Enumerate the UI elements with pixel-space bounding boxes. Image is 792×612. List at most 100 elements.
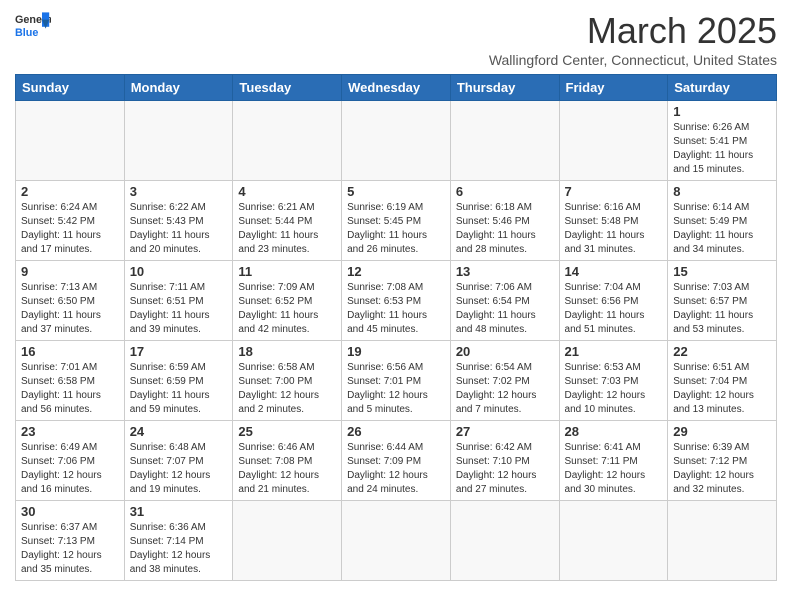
day-info: Sunrise: 6:37 AM Sunset: 7:13 PM Dayligh…	[21, 521, 119, 577]
day-number: 24	[130, 424, 228, 439]
day-number: 14	[565, 264, 663, 279]
svg-text:Blue: Blue	[15, 27, 38, 39]
calendar-week-row: 2 Sunrise: 6:24 AM Sunset: 5:42 PM Daylig…	[16, 181, 777, 261]
calendar-cell: 19Sunrise: 6:56 AM Sunset: 7:01 PM Dayli…	[342, 341, 451, 421]
day-info: Sunrise: 6:59 AM Sunset: 6:59 PM Dayligh…	[130, 361, 228, 417]
day-number: 15	[673, 264, 771, 279]
day-number: 12	[347, 264, 445, 279]
day-info: Sunrise: 6:22 AM Sunset: 5:43 PM Dayligh…	[130, 201, 228, 257]
calendar-cell: 2 Sunrise: 6:24 AM Sunset: 5:42 PM Daylig…	[16, 181, 125, 261]
day-number: 17	[130, 344, 228, 359]
day-info: Sunrise: 7:11 AM Sunset: 6:51 PM Dayligh…	[130, 281, 228, 337]
calendar-cell	[16, 101, 125, 181]
day-number: 11	[238, 264, 336, 279]
calendar-header-sunday: Sunday	[16, 75, 125, 101]
calendar-cell: 24 Sunrise: 6:48 AM Sunset: 7:07 PM Dayli…	[124, 421, 233, 501]
calendar-cell: 27 Sunrise: 6:42 AM Sunset: 7:10 PM Dayli…	[450, 421, 559, 501]
calendar-cell: 7 Sunrise: 6:16 AM Sunset: 5:48 PM Daylig…	[559, 181, 668, 261]
day-info: Sunrise: 6:49 AM Sunset: 7:06 PM Dayligh…	[21, 441, 119, 497]
calendar-cell: 5Sunrise: 6:19 AM Sunset: 5:45 PM Daylig…	[342, 181, 451, 261]
day-number: 6	[456, 184, 554, 199]
day-number: 7	[565, 184, 663, 199]
day-number: 22	[673, 344, 771, 359]
day-info: Sunrise: 6:48 AM Sunset: 7:07 PM Dayligh…	[130, 441, 228, 497]
day-info: Sunrise: 6:44 AM Sunset: 7:09 PM Dayligh…	[347, 441, 445, 497]
day-number: 20	[456, 344, 554, 359]
calendar-cell: 28Sunrise: 6:41 AM Sunset: 7:11 PM Dayli…	[559, 421, 668, 501]
calendar-cell: 14 Sunrise: 7:04 AM Sunset: 6:56 PM Dayli…	[559, 261, 668, 341]
calendar-cell: 17 Sunrise: 6:59 AM Sunset: 6:59 PM Dayli…	[124, 341, 233, 421]
calendar-header-friday: Friday	[559, 75, 668, 101]
calendar-cell: 6 Sunrise: 6:18 AM Sunset: 5:46 PM Daylig…	[450, 181, 559, 261]
day-info: Sunrise: 6:41 AM Sunset: 7:11 PM Dayligh…	[565, 441, 663, 497]
calendar-cell: 13Sunrise: 7:06 AM Sunset: 6:54 PM Dayli…	[450, 261, 559, 341]
day-info: Sunrise: 6:18 AM Sunset: 5:46 PM Dayligh…	[456, 201, 554, 257]
day-info: Sunrise: 6:24 AM Sunset: 5:42 PM Dayligh…	[21, 201, 119, 257]
day-number: 18	[238, 344, 336, 359]
calendar-cell	[668, 501, 777, 581]
calendar-cell: 18 Sunrise: 6:58 AM Sunset: 7:00 PM Dayli…	[233, 341, 342, 421]
day-info: Sunrise: 6:36 AM Sunset: 7:14 PM Dayligh…	[130, 521, 228, 577]
day-info: Sunrise: 6:42 AM Sunset: 7:10 PM Dayligh…	[456, 441, 554, 497]
calendar-cell: 15 Sunrise: 7:03 AM Sunset: 6:57 PM Dayli…	[668, 261, 777, 341]
calendar-header-row: SundayMondayTuesdayWednesdayThursdayFrid…	[16, 75, 777, 101]
logo: General Blue	[15, 10, 51, 40]
calendar-cell: 11Sunrise: 7:09 AM Sunset: 6:52 PM Dayli…	[233, 261, 342, 341]
location-title: Wallingford Center, Connecticut, United …	[489, 52, 777, 68]
day-number: 2	[21, 184, 119, 199]
calendar-cell	[124, 101, 233, 181]
calendar-cell: 10 Sunrise: 7:11 AM Sunset: 6:51 PM Dayli…	[124, 261, 233, 341]
calendar-header-monday: Monday	[124, 75, 233, 101]
calendar-cell: 1Sunrise: 6:26 AM Sunset: 5:41 PM Daylig…	[668, 101, 777, 181]
day-number: 29	[673, 424, 771, 439]
calendar-header-saturday: Saturday	[668, 75, 777, 101]
calendar-cell: 30Sunrise: 6:37 AM Sunset: 7:13 PM Dayli…	[16, 501, 125, 581]
calendar-week-row: 9Sunrise: 7:13 AM Sunset: 6:50 PM Daylig…	[16, 261, 777, 341]
calendar-cell	[233, 101, 342, 181]
calendar-week-row: 30Sunrise: 6:37 AM Sunset: 7:13 PM Dayli…	[16, 501, 777, 581]
day-info: Sunrise: 6:58 AM Sunset: 7:00 PM Dayligh…	[238, 361, 336, 417]
calendar-cell	[450, 101, 559, 181]
day-number: 21	[565, 344, 663, 359]
calendar-cell: 25Sunrise: 6:46 AM Sunset: 7:08 PM Dayli…	[233, 421, 342, 501]
calendar-cell: 8Sunrise: 6:14 AM Sunset: 5:49 PM Daylig…	[668, 181, 777, 261]
calendar-cell: 26Sunrise: 6:44 AM Sunset: 7:09 PM Dayli…	[342, 421, 451, 501]
day-info: Sunrise: 6:39 AM Sunset: 7:12 PM Dayligh…	[673, 441, 771, 497]
day-number: 3	[130, 184, 228, 199]
calendar-cell: 21 Sunrise: 6:53 AM Sunset: 7:03 PM Dayli…	[559, 341, 668, 421]
calendar-cell: 31Sunrise: 6:36 AM Sunset: 7:14 PM Dayli…	[124, 501, 233, 581]
day-info: Sunrise: 7:04 AM Sunset: 6:56 PM Dayligh…	[565, 281, 663, 337]
calendar-header-thursday: Thursday	[450, 75, 559, 101]
calendar-week-row: 23 Sunrise: 6:49 AM Sunset: 7:06 PM Dayli…	[16, 421, 777, 501]
calendar-cell: 22Sunrise: 6:51 AM Sunset: 7:04 PM Dayli…	[668, 341, 777, 421]
calendar-week-row: 1Sunrise: 6:26 AM Sunset: 5:41 PM Daylig…	[16, 101, 777, 181]
day-number: 10	[130, 264, 228, 279]
day-info: Sunrise: 6:16 AM Sunset: 5:48 PM Dayligh…	[565, 201, 663, 257]
day-info: Sunrise: 6:21 AM Sunset: 5:44 PM Dayligh…	[238, 201, 336, 257]
day-info: Sunrise: 7:06 AM Sunset: 6:54 PM Dayligh…	[456, 281, 554, 337]
calendar-header-tuesday: Tuesday	[233, 75, 342, 101]
day-number: 9	[21, 264, 119, 279]
calendar-cell: 20Sunrise: 6:54 AM Sunset: 7:02 PM Dayli…	[450, 341, 559, 421]
calendar-cell: 9Sunrise: 7:13 AM Sunset: 6:50 PM Daylig…	[16, 261, 125, 341]
calendar-cell	[342, 101, 451, 181]
day-info: Sunrise: 7:01 AM Sunset: 6:58 PM Dayligh…	[21, 361, 119, 417]
calendar-header-wednesday: Wednesday	[342, 75, 451, 101]
calendar-cell	[342, 501, 451, 581]
day-info: Sunrise: 6:46 AM Sunset: 7:08 PM Dayligh…	[238, 441, 336, 497]
day-info: Sunrise: 6:56 AM Sunset: 7:01 PM Dayligh…	[347, 361, 445, 417]
calendar-cell: 12 Sunrise: 7:08 AM Sunset: 6:53 PM Dayli…	[342, 261, 451, 341]
calendar-cell: 4Sunrise: 6:21 AM Sunset: 5:44 PM Daylig…	[233, 181, 342, 261]
day-info: Sunrise: 6:26 AM Sunset: 5:41 PM Dayligh…	[673, 121, 771, 177]
day-info: Sunrise: 7:03 AM Sunset: 6:57 PM Dayligh…	[673, 281, 771, 337]
day-info: Sunrise: 7:08 AM Sunset: 6:53 PM Dayligh…	[347, 281, 445, 337]
day-number: 23	[21, 424, 119, 439]
calendar-cell	[233, 501, 342, 581]
month-title: March 2025	[489, 10, 777, 52]
calendar-table: SundayMondayTuesdayWednesdayThursdayFrid…	[15, 74, 777, 581]
calendar-cell: 3 Sunrise: 6:22 AM Sunset: 5:43 PM Daylig…	[124, 181, 233, 261]
title-area: March 2025 Wallingford Center, Connectic…	[489, 10, 777, 68]
calendar-cell: 23 Sunrise: 6:49 AM Sunset: 7:06 PM Dayli…	[16, 421, 125, 501]
day-info: Sunrise: 6:53 AM Sunset: 7:03 PM Dayligh…	[565, 361, 663, 417]
day-number: 27	[456, 424, 554, 439]
